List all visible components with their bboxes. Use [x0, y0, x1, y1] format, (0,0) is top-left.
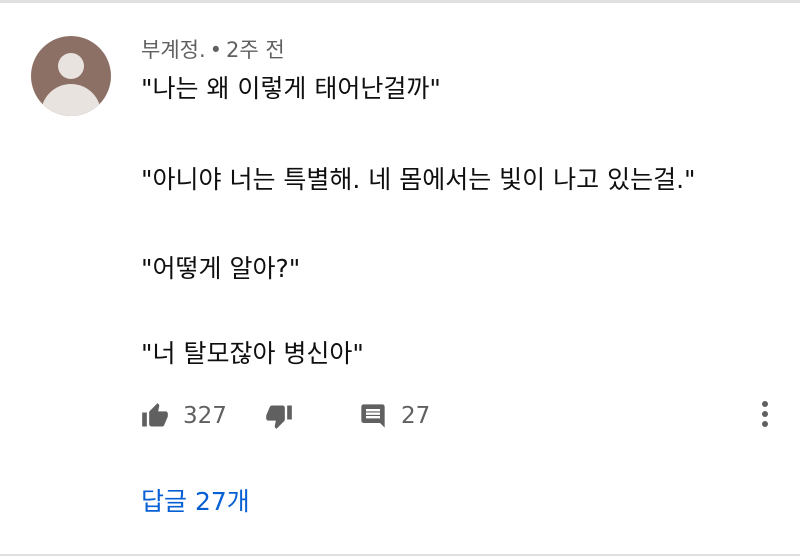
- author-name[interactable]: 부계정.: [141, 38, 206, 62]
- comment-line-4: "너 탈모잖아 병신아": [141, 339, 364, 368]
- reply-button[interactable]: 27: [359, 396, 430, 436]
- top-divider: [0, 0, 800, 3]
- avatar-body-shape: [41, 84, 101, 116]
- view-replies-link[interactable]: 답글 27개: [141, 484, 250, 520]
- like-count: 327: [183, 403, 227, 429]
- thumbs-down-icon: [265, 402, 293, 430]
- comment-icon: [359, 402, 387, 430]
- thumbs-up-icon: [141, 402, 169, 430]
- comment-meta: 부계정. • 2주 전: [141, 36, 285, 64]
- dislike-button[interactable]: [265, 396, 293, 436]
- meta-separator: •: [209, 38, 223, 62]
- comment-line-1: "나는 왜 이렇게 태어난걸까": [141, 74, 441, 103]
- reply-count: 27: [401, 403, 431, 429]
- comment-time[interactable]: 2주 전: [226, 38, 285, 62]
- comment-line-2: "아니야 너는 특별해. 네 몸에서는 빛이 나고 있는걸.": [141, 165, 696, 194]
- comment-line-3: "어떻게 알아?": [141, 254, 301, 283]
- like-button[interactable]: 327: [141, 396, 227, 436]
- avatar[interactable]: [31, 36, 111, 116]
- avatar-head-shape: [58, 53, 84, 79]
- more-options-button[interactable]: [750, 398, 780, 434]
- more-vert-icon: [761, 400, 769, 432]
